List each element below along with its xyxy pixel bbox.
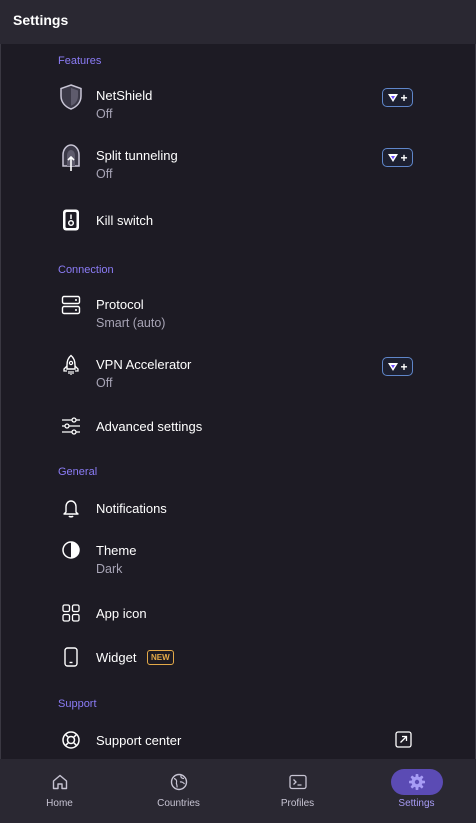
protocol-label: Protocol xyxy=(96,297,144,312)
nav-profiles[interactable]: Profiles xyxy=(238,759,357,823)
upgrade-badge[interactable]: + xyxy=(382,357,413,376)
rocket-icon xyxy=(58,352,84,378)
lifebuoy-icon xyxy=(58,727,84,753)
home-icon xyxy=(50,772,70,792)
bell-icon xyxy=(58,495,84,521)
nav-home-label: Home xyxy=(46,798,73,809)
phone-icon xyxy=(58,644,84,670)
setting-support-center[interactable]: Support center xyxy=(0,722,476,759)
vpn-plus-logo-icon xyxy=(388,93,399,102)
setting-app-icon[interactable]: App icon xyxy=(0,595,476,635)
split-tunneling-label: Split tunneling xyxy=(96,148,178,163)
theme-value: Dark xyxy=(96,562,123,576)
advanced-settings-label: Advanced settings xyxy=(96,419,203,434)
setting-vpn-accelerator[interactable]: VPN Accelerator Off + xyxy=(0,351,476,403)
nav-countries-label: Countries xyxy=(157,798,200,809)
netshield-value: Off xyxy=(96,107,113,121)
section-header-support: Support xyxy=(58,698,97,710)
sliders-icon xyxy=(58,413,84,439)
new-badge: NEW xyxy=(147,650,174,665)
upgrade-badge-text: + xyxy=(400,359,408,374)
setting-kill-switch[interactable]: Kill switch xyxy=(0,202,476,242)
nav-settings-label: Settings xyxy=(398,798,435,809)
bottom-navigation: Home Countries Profiles Settings xyxy=(0,759,476,823)
settings-list[interactable]: Features NetShield Off + Split tunneling… xyxy=(0,44,476,759)
nav-home[interactable]: Home xyxy=(0,759,119,823)
setting-protocol[interactable]: Protocol Smart (auto) xyxy=(0,291,476,343)
grid-icon xyxy=(58,600,84,626)
setting-widget[interactable]: Widget NEW xyxy=(0,639,476,679)
upgrade-badge-text: + xyxy=(400,90,408,105)
section-header-features: Features xyxy=(58,55,102,67)
nav-countries[interactable]: Countries xyxy=(119,759,238,823)
protocol-value: Smart (auto) xyxy=(96,316,166,330)
vpn-plus-logo-icon xyxy=(388,362,399,371)
gear-icon xyxy=(407,772,427,792)
setting-split-tunneling[interactable]: Split tunneling Off + xyxy=(0,142,476,194)
setting-theme[interactable]: Theme Dark xyxy=(0,537,476,589)
shield-icon xyxy=(58,84,84,110)
kill-switch-label: Kill switch xyxy=(96,213,154,228)
globe-icon xyxy=(169,772,189,792)
support-center-label: Support center xyxy=(96,733,182,748)
server-icon xyxy=(58,292,84,318)
kill-switch-icon xyxy=(58,207,84,233)
setting-notifications[interactable]: Notifications xyxy=(0,490,476,530)
widget-label: Widget xyxy=(96,650,137,665)
external-link-icon xyxy=(395,731,412,748)
split-tunnel-icon xyxy=(58,144,84,171)
contrast-icon xyxy=(58,537,84,563)
app-icon-label: App icon xyxy=(96,606,147,621)
section-header-general: General xyxy=(58,466,98,478)
theme-label: Theme xyxy=(96,543,137,558)
setting-netshield[interactable]: NetShield Off + xyxy=(0,82,476,134)
upgrade-badge[interactable]: + xyxy=(382,88,413,107)
upgrade-badge[interactable]: + xyxy=(382,148,413,167)
nav-settings[interactable]: Settings xyxy=(357,759,476,823)
section-header-connection: Connection xyxy=(58,264,114,276)
top-bar: Settings xyxy=(0,0,476,44)
vpn-plus-logo-icon xyxy=(388,153,399,162)
vpn-accelerator-value: Off xyxy=(96,376,113,390)
notifications-label: Notifications xyxy=(96,501,167,516)
netshield-label: NetShield xyxy=(96,88,153,103)
setting-advanced-settings[interactable]: Advanced settings xyxy=(0,408,476,448)
nav-profiles-label: Profiles xyxy=(280,798,315,809)
page-title: Settings xyxy=(13,12,69,28)
upgrade-badge-text: + xyxy=(400,150,408,165)
split-tunneling-value: Off xyxy=(96,167,113,181)
vpn-accelerator-label: VPN Accelerator xyxy=(96,357,192,372)
terminal-icon xyxy=(288,772,308,792)
